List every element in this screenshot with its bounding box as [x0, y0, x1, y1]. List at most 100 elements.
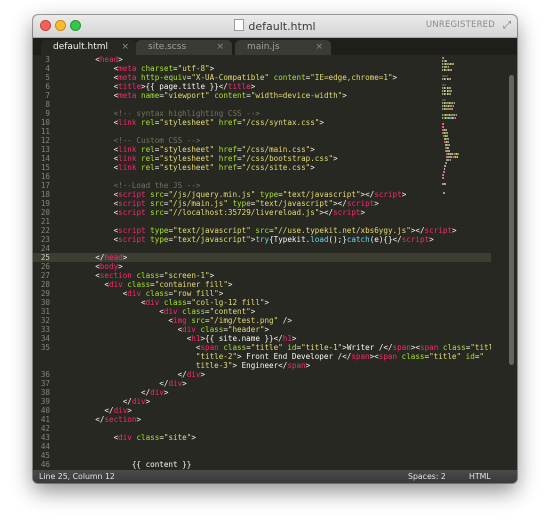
code-token: "site" — [163, 433, 192, 442]
code-token: head — [99, 55, 119, 64]
code-line[interactable]: </div> — [77, 397, 491, 406]
code-line[interactable]: <link rel="stylesheet" href="/css/bootst… — [77, 154, 491, 163]
code-line[interactable]: </div> — [77, 406, 491, 415]
code-line[interactable]: </div> — [77, 388, 491, 397]
code-token: id — [287, 343, 297, 352]
tab-bar: default.html × site.scss × main.js × — [33, 38, 517, 55]
code-token: "/img/test.png" — [209, 316, 279, 325]
code-token: charset — [141, 64, 174, 73]
code-line[interactable]: <div class="row fill"> — [77, 289, 491, 298]
minimap-row — [441, 123, 503, 125]
minimap[interactable] — [441, 57, 503, 194]
code-line[interactable]: <section class="screen-1"> — [77, 271, 491, 280]
code-line[interactable]: <script src="/js/main.js" type="text/jav… — [77, 199, 491, 208]
code-line[interactable] — [77, 451, 491, 460]
code-line[interactable]: <body> — [77, 262, 491, 271]
code-token: "title-2" — [77, 352, 238, 361]
line-number: 18 — [40, 190, 50, 199]
code-line[interactable]: <h1>{{ site.name }}</h1> — [77, 334, 491, 343]
code-line[interactable] — [77, 244, 491, 253]
code-token: "title" — [429, 352, 462, 361]
code-line[interactable]: <div class="container fill"> — [77, 280, 491, 289]
code-line[interactable] — [77, 424, 491, 433]
code-line[interactable]: <meta http-equiv="X-UA-Compatible" conte… — [77, 73, 491, 82]
code-line[interactable] — [77, 127, 491, 136]
code-token: rel — [141, 163, 155, 172]
code-line[interactable]: <img src="/img/test.png" /> — [77, 316, 491, 325]
line-number: 22 — [40, 226, 50, 235]
code-line[interactable]: <!-- Custom CSS --> — [77, 136, 491, 145]
line-number: 28 — [40, 280, 50, 289]
code-line[interactable]: <div class="col-lg-12 fill"> — [77, 298, 491, 307]
code-line[interactable]: <head> — [77, 55, 491, 64]
code-token: meta — [118, 73, 137, 82]
code-line[interactable]: <!-- syntax highlighting CSS --> — [77, 109, 491, 118]
code-token: script — [374, 190, 402, 199]
code-token: > — [227, 280, 233, 289]
code-line[interactable]: title-3"> Engineer</span> — [77, 361, 491, 370]
code-line[interactable]: </section> — [77, 415, 491, 424]
close-tab-icon[interactable]: × — [216, 40, 224, 55]
line-number — [33, 361, 77, 370]
line-number: 46 — [40, 460, 50, 469]
code-token: div — [118, 433, 132, 442]
code-token: >< — [369, 352, 379, 361]
code-line[interactable]: <link rel="stylesheet" href="/css/syntax… — [77, 118, 491, 127]
cursor-position: Line 25, Column 12 — [39, 472, 115, 481]
fullscreen-icon[interactable]: ⤢ — [503, 20, 511, 31]
code-token: > — [200, 370, 206, 379]
code-token: "//localhost:35729/livereload.js" — [168, 208, 320, 217]
code-line[interactable]: <meta charset="utf-8"> — [77, 64, 491, 73]
code-line[interactable]: <div class="header"> — [77, 325, 491, 334]
code-line[interactable]: <div class="content"> — [77, 307, 491, 316]
code-line[interactable]: <link rel="stylesheet" href="/css/site.c… — [77, 163, 491, 172]
close-tab-icon[interactable]: × — [121, 40, 129, 55]
tab-site-scss[interactable]: site.scss × — [136, 40, 232, 55]
code-token: > — [264, 325, 270, 334]
code-token: http-equiv — [141, 73, 187, 82]
code-line[interactable]: <span class="title" id="title-1">Writer … — [77, 343, 491, 352]
editor-window: default.html UNREGISTERED ⤢ default.html… — [33, 15, 517, 483]
code-token: span — [351, 352, 370, 361]
code-token: src — [150, 208, 164, 217]
code-token: ></ — [333, 199, 347, 208]
minimap-row — [441, 183, 503, 185]
code-token: </ — [77, 370, 187, 379]
code-line[interactable] — [77, 172, 491, 181]
code-line[interactable] — [77, 442, 491, 451]
code-line[interactable] — [77, 100, 491, 109]
code-line[interactable]: </div> — [77, 370, 491, 379]
code-line[interactable]: <div class="site"> — [77, 433, 491, 442]
tab-main-js[interactable]: main.js × — [235, 40, 331, 55]
vertical-scrollbar[interactable] — [509, 75, 514, 365]
tab-default-html[interactable]: default.html × — [41, 40, 137, 55]
minimap-row — [441, 75, 503, 77]
minimap-row — [441, 60, 503, 62]
code-line[interactable]: <link rel="stylesheet" href="/css/main.c… — [77, 145, 491, 154]
code-line[interactable]: <!--Load the JS --> — [77, 181, 491, 190]
code-token: > — [163, 388, 169, 397]
code-line[interactable]: </head> — [77, 253, 491, 262]
code-line[interactable]: </div> — [77, 379, 491, 388]
code-line[interactable]: <script type="text/javascript">try{Typek… — [77, 235, 491, 244]
code-line[interactable]: "title-2"> Front End Developer /</span><… — [77, 352, 491, 361]
code-token: "col-lg-12 fill" — [191, 298, 265, 307]
code-line[interactable] — [77, 217, 491, 226]
line-number: 9 — [45, 109, 50, 118]
minimap-row — [441, 141, 503, 143]
syntax-mode[interactable]: HTML — [469, 470, 491, 483]
code-line[interactable]: {{ content }} — [77, 460, 491, 469]
code-line[interactable]: <script src="/js/jquery.min.js" type="te… — [77, 190, 491, 199]
close-tab-icon[interactable]: × — [315, 40, 323, 55]
minimap-row — [441, 108, 503, 110]
code-line[interactable]: <script type="text/javascript" src="//us… — [77, 226, 491, 235]
code-area[interactable]: <head> <meta charset="utf-8"> <meta http… — [77, 55, 491, 470]
editor-area[interactable]: 3 4 5 6 7 8 9 10 11 12 13 14 15 16 17 18 19 20 21 22 23 24 25 2… — [33, 55, 517, 470]
code-line[interactable]: <script src="//localhost:35729/livereloa… — [77, 208, 491, 217]
code-line[interactable]: <meta name="viewport" content="width=dev… — [77, 91, 491, 100]
code-token: "/css/bootstrap.css" — [241, 154, 334, 163]
code-line[interactable]: <title>{{ page.title }}</title> — [77, 82, 491, 91]
code-token: </ — [77, 379, 169, 388]
indentation-setting[interactable]: Spaces: 2 — [408, 470, 446, 483]
minimap-row — [441, 186, 503, 188]
